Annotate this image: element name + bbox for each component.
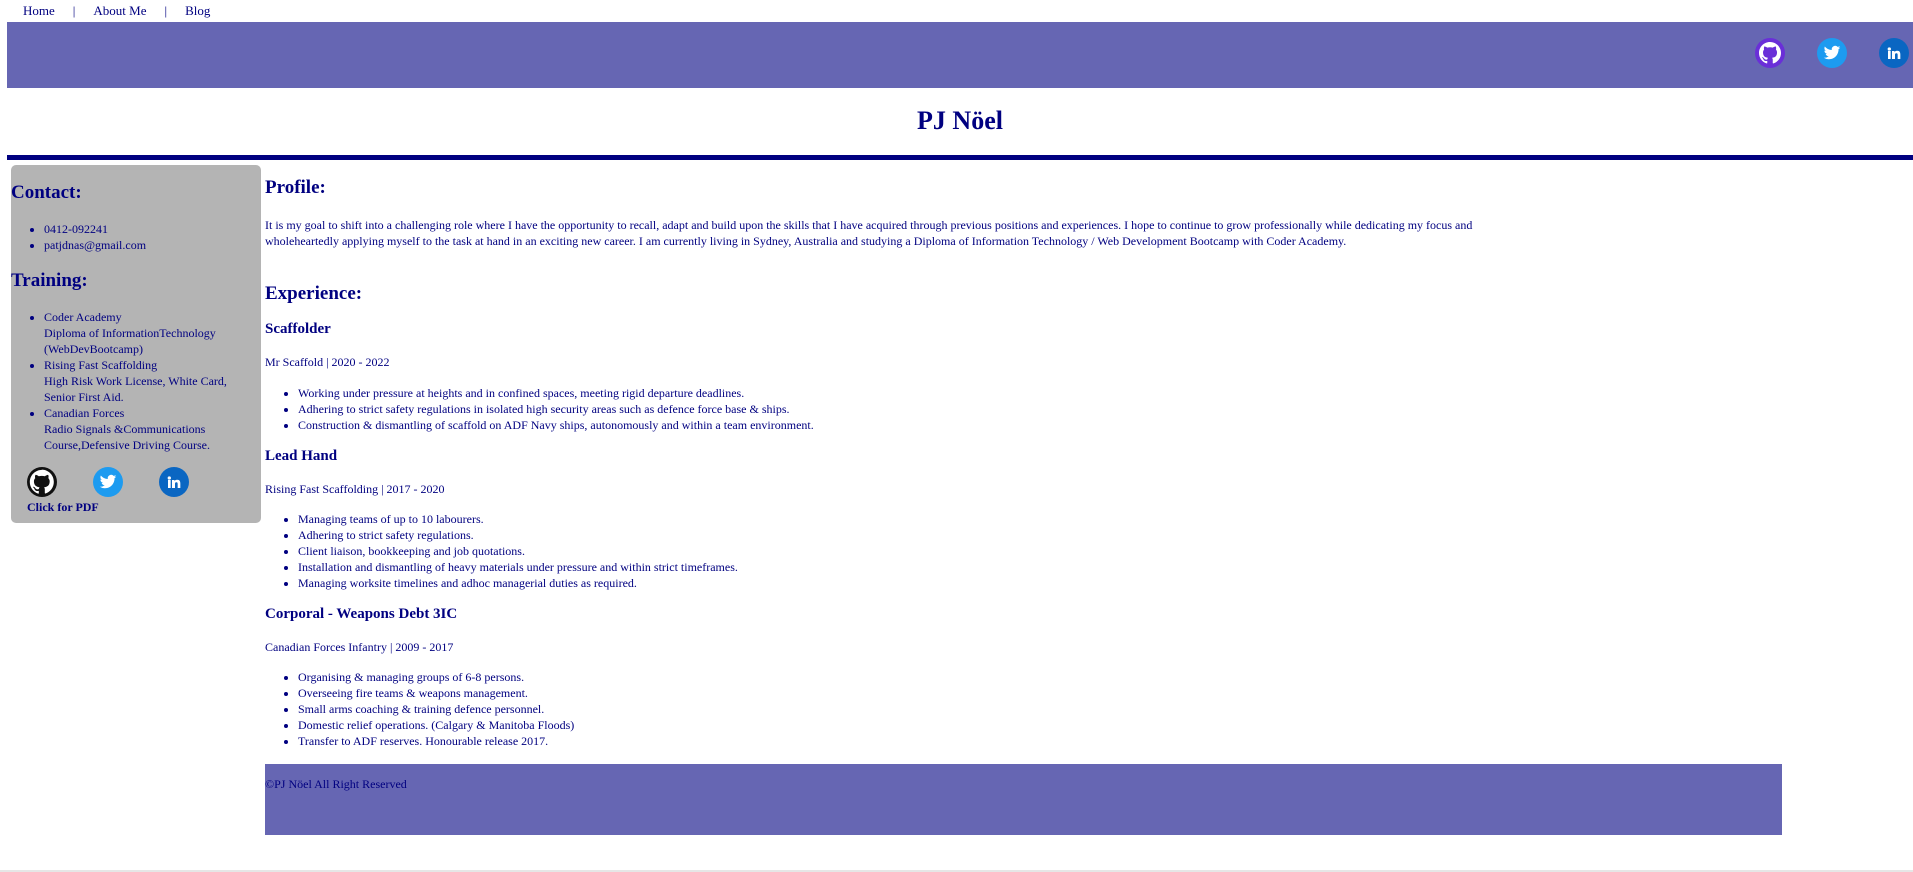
pdf-link[interactable]: Click for PDF [27, 500, 99, 515]
job-title: Corporal - Weapons Debt 3IC [265, 606, 458, 622]
job-duties: Organising & managing groups of 6-8 pers… [265, 669, 574, 749]
twitter-icon[interactable] [1817, 38, 1847, 68]
sidebar-social-icons [27, 467, 225, 497]
page: Home | About Me | Blog PJ Nöel Contact: … [0, 0, 1913, 872]
nav-separator: | [72, 3, 76, 18]
training-list: Coder Academy Diploma of InformationTech… [11, 309, 259, 453]
contact-list: 0412-092241 patjdnas@gmail.com [11, 221, 254, 253]
profile-heading: Profile: [265, 177, 326, 198]
github-icon[interactable] [1755, 38, 1785, 68]
linkedin-icon[interactable] [1879, 38, 1909, 68]
header-banner [7, 22, 1913, 88]
training-detail: High Risk Work License, White Card, Seni… [44, 374, 227, 404]
job-duties: Working under pressure at heights and in… [265, 385, 814, 433]
nav-blog-link[interactable]: Blog [185, 3, 210, 19]
list-item: Construction & dismantling of scaffold o… [298, 417, 814, 433]
copyright-text: ©PJ Nöel All Right Reserved [265, 777, 407, 791]
training-item: Rising Fast Scaffolding High Risk Work L… [44, 357, 259, 405]
training-org: Canadian Forces [44, 406, 125, 420]
twitter-icon[interactable] [93, 467, 123, 497]
github-icon[interactable] [27, 467, 57, 497]
training-detail: Diploma of InformationTechnology (WebDev… [44, 326, 216, 356]
top-nav: Home | About Me | Blog [0, 0, 210, 22]
training-item: Canadian Forces Radio Signals &Communica… [44, 405, 259, 453]
nav-home-link[interactable]: Home [23, 3, 55, 19]
footer: ©PJ Nöel All Right Reserved [265, 764, 1782, 835]
list-item: Managing teams of up to 10 labourers. [298, 511, 738, 527]
list-item: Adhering to strict safety regulations in… [298, 401, 814, 417]
list-item: Working under pressure at heights and in… [298, 385, 814, 401]
sidebar: Contact: 0412-092241 patjdnas@gmail.com … [11, 165, 261, 523]
list-item: Managing worksite timelines and adhoc ma… [298, 575, 738, 591]
training-item: Coder Academy Diploma of InformationTech… [44, 309, 259, 357]
job-title: Scaffolder [265, 321, 331, 337]
list-item: Client liaison, bookkeeping and job quot… [298, 543, 738, 559]
title-divider [7, 155, 1913, 160]
nav-about-link[interactable]: About Me [93, 3, 146, 19]
experience-heading: Experience: [265, 283, 363, 304]
contact-email: patjdnas@gmail.com [44, 237, 254, 253]
list-item: Small arms coaching & training defence p… [298, 701, 574, 717]
page-title: PJ Nöel [917, 106, 1003, 135]
list-item: Overseeing fire teams & weapons manageme… [298, 685, 574, 701]
job-meta: Mr Scaffold | 2020 - 2022 [265, 355, 390, 369]
list-item: Installation and dismantling of heavy ma… [298, 559, 738, 575]
list-item: Adhering to strict safety regulations. [298, 527, 738, 543]
name-header: PJ Nöel [7, 88, 1913, 155]
profile-text: It is my goal to shift into a challengin… [265, 218, 1473, 248]
job-meta: Canadian Forces Infantry | 2009 - 2017 [265, 640, 454, 654]
job-meta: Rising Fast Scaffolding | 2017 - 2020 [265, 482, 445, 496]
training-org: Rising Fast Scaffolding [44, 358, 158, 372]
training-heading: Training: [11, 270, 88, 291]
linkedin-icon[interactable] [159, 467, 189, 497]
contact-heading: Contact: [11, 182, 82, 203]
job-duties: Managing teams of up to 10 labourers. Ad… [265, 511, 738, 591]
training-detail: Radio Signals &Communications Course,Def… [44, 422, 210, 452]
job-title: Lead Hand [265, 448, 338, 464]
nav-separator: | [164, 3, 168, 18]
training-org: Coder Academy [44, 310, 122, 324]
list-item: Domestic relief operations. (Calgary & M… [298, 717, 574, 733]
list-item: Transfer to ADF reserves. Honourable rel… [298, 733, 574, 749]
contact-phone: 0412-092241 [44, 221, 254, 237]
list-item: Organising & managing groups of 6-8 pers… [298, 669, 574, 685]
